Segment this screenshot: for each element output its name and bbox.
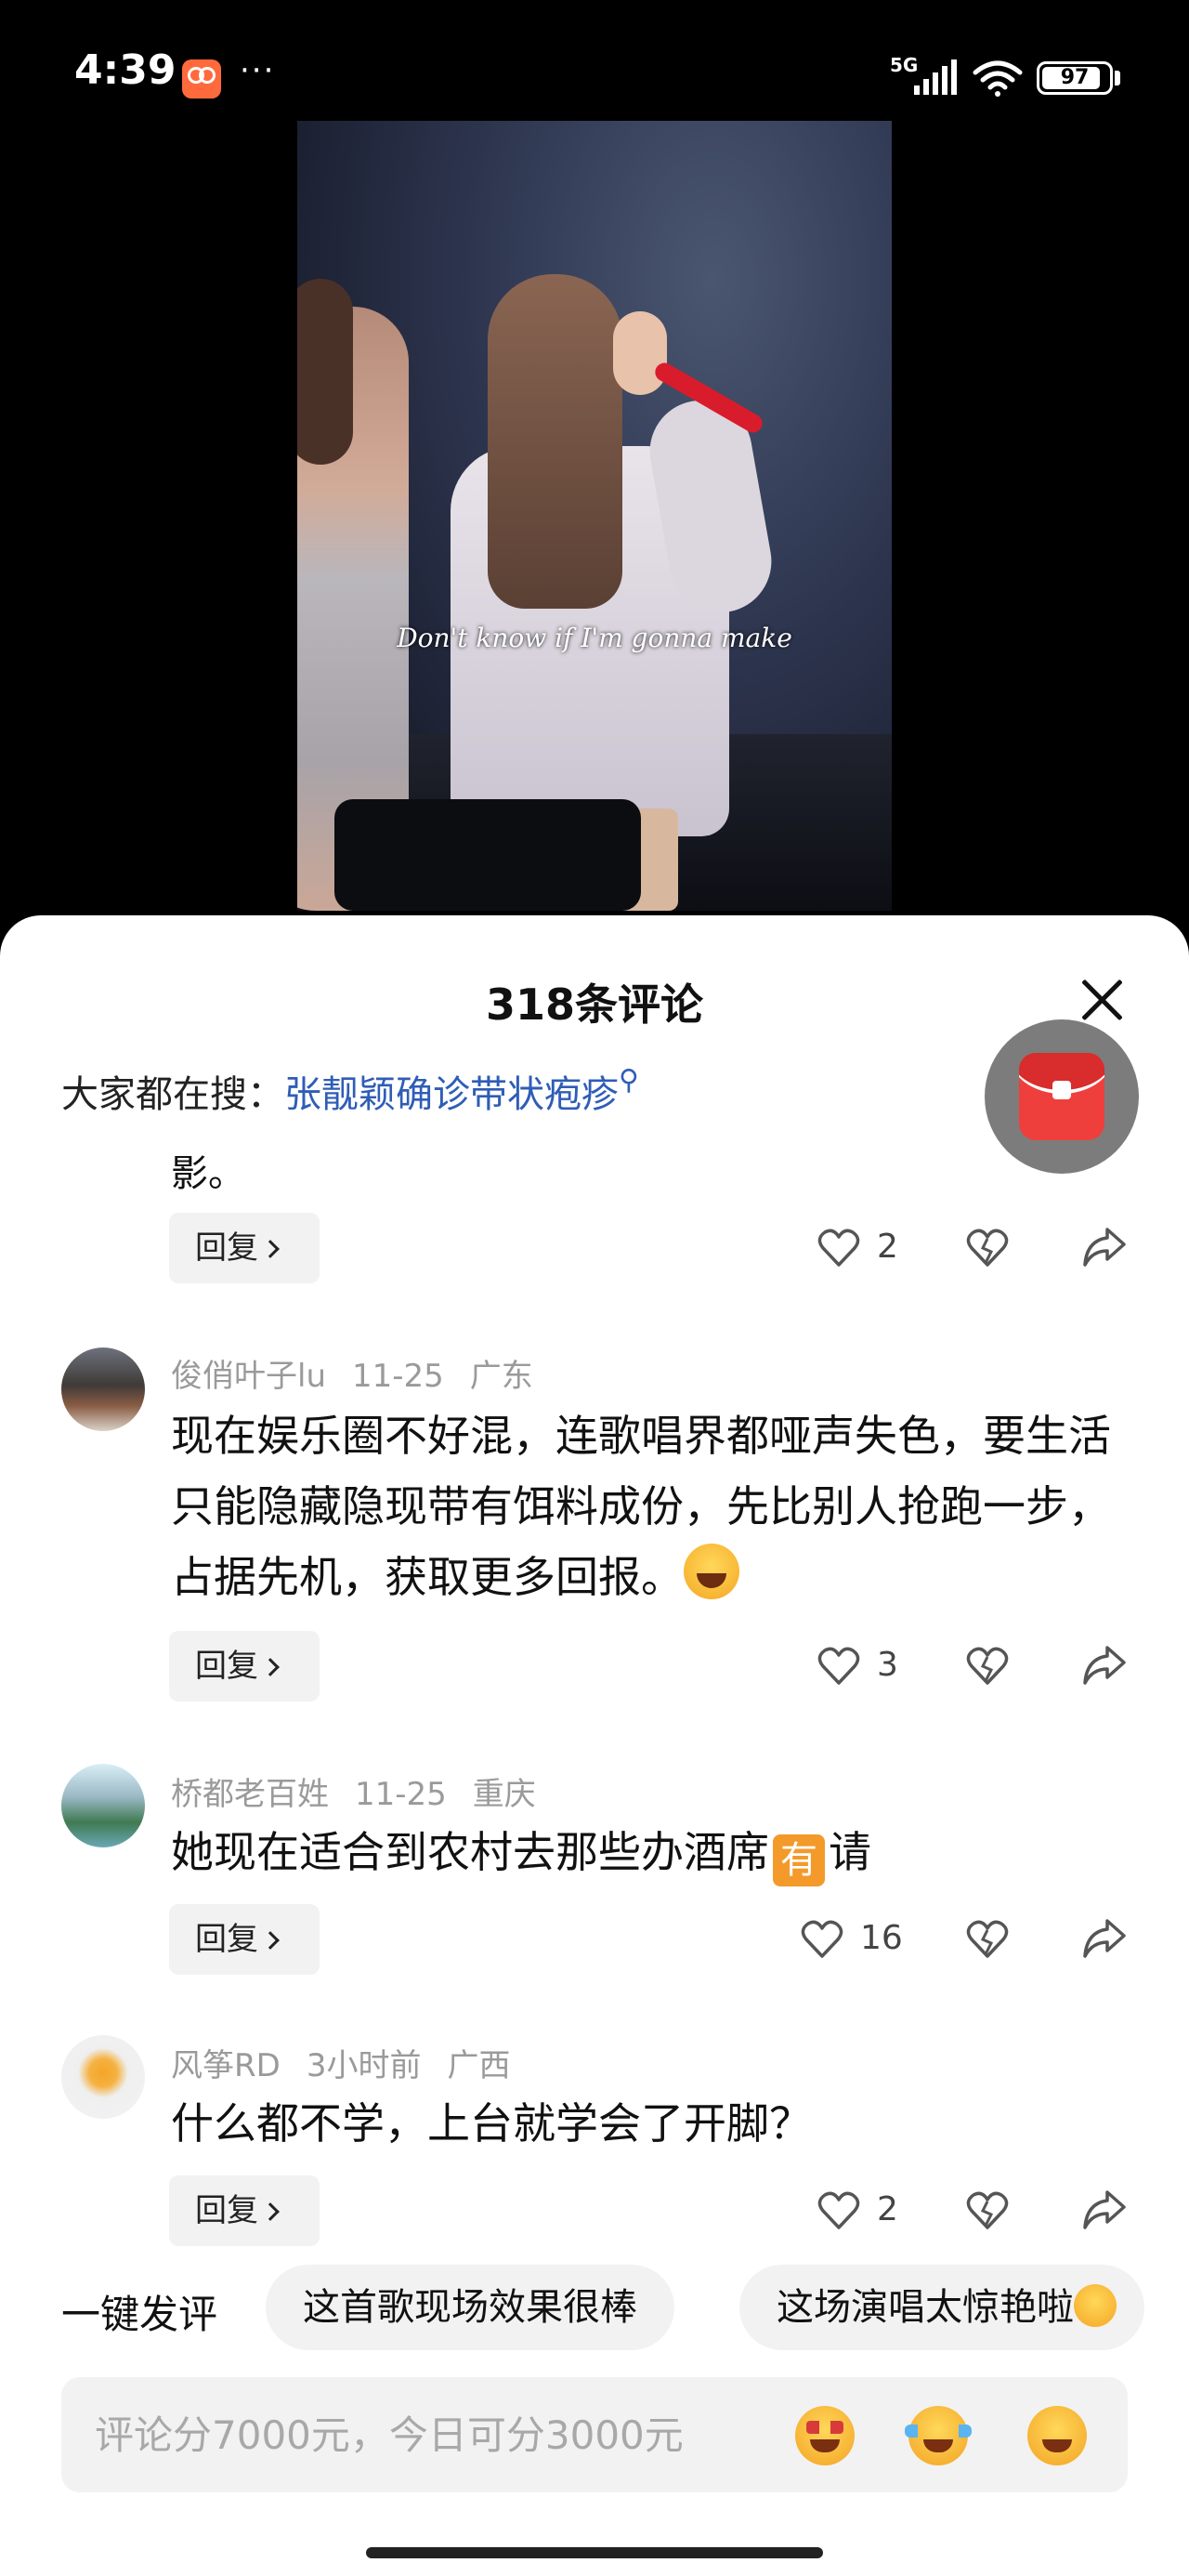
stage-chair: [334, 799, 641, 911]
close-icon[interactable]: [1078, 975, 1128, 1025]
hot-search-label: 大家都在搜：: [61, 1073, 284, 1116]
chevron-right-icon: [261, 1658, 280, 1676]
comment-body: 现在娱乐圈不好混，连歌唱界都哑声失色，要生活只能隐藏隐现带有饵料成份，先比别人抢…: [171, 1411, 1111, 1602]
video-subtitle: Don't know if I'm gonna make: [397, 623, 792, 653]
red-packet-button[interactable]: [985, 1019, 1139, 1174]
hot-search-bar: 大家都在搜：张靓颖确诊带状疱疹⚲: [61, 1064, 639, 1118]
comment-region: 广东: [469, 1358, 533, 1395]
status-bar: 4:39 ··· 5G 97: [0, 0, 1189, 121]
heart-icon[interactable]: [817, 1646, 860, 1687]
wifi-icon: [973, 60, 1023, 97]
dancer-hair: [297, 279, 353, 465]
heart-icon[interactable]: [817, 1228, 860, 1268]
comment-body: 她现在适合到农村去那些办酒席: [171, 1827, 769, 1877]
broken-heart-icon[interactable]: [966, 2190, 1009, 2231]
reply-label: 回复: [195, 1229, 258, 1267]
chevron-right-icon: [261, 1931, 280, 1950]
reply-button[interactable]: 回复: [169, 1213, 320, 1283]
app-notification-icon: [182, 59, 221, 99]
broken-heart-icon[interactable]: [966, 1919, 1009, 1960]
reply-button[interactable]: 回复: [169, 1631, 320, 1702]
share-icon[interactable]: [1081, 2188, 1128, 2231]
share-icon[interactable]: [1081, 1917, 1128, 1960]
singer-face: [613, 311, 667, 395]
red-packet-icon: [1019, 1053, 1104, 1140]
quick-reply-label: 一键发评: [61, 2292, 218, 2337]
reply-label: 回复: [195, 1921, 258, 1958]
comment-sheet: 318条评论 大家都在搜：张靓颖确诊带状疱疹⚲ 影。 回复 2 俊俏叶子lu 11…: [0, 915, 1189, 2576]
like-count: 3: [877, 1646, 898, 1684]
chevron-right-icon: [261, 1240, 280, 1258]
like-count: 16: [860, 1919, 903, 1957]
you-tag: 有: [773, 1834, 825, 1886]
comment-body-end: 请: [829, 1827, 871, 1877]
reply-button[interactable]: 回复: [169, 1904, 320, 1975]
broken-heart-icon[interactable]: [966, 1646, 1009, 1687]
status-time: 4:39: [74, 46, 176, 94]
broken-heart-icon[interactable]: [966, 1228, 1009, 1268]
wink-emoji-icon: [1074, 2284, 1117, 2327]
heart-icon[interactable]: [817, 2190, 860, 2231]
search-icon[interactable]: ⚲: [619, 1064, 639, 1097]
heart-icon[interactable]: [801, 1919, 843, 1960]
comment-region: 重庆: [472, 1776, 536, 1813]
share-icon[interactable]: [1081, 1644, 1128, 1687]
avatar[interactable]: [61, 1347, 145, 1431]
home-indicator[interactable]: [366, 2547, 823, 2558]
comment-date: 11-25: [355, 1776, 447, 1813]
comment-count-title: 318条评论: [485, 979, 704, 1030]
like-count: 2: [877, 2190, 898, 2228]
more-notifications-icon: ···: [240, 52, 276, 89]
comment-meta: 桥都老百姓 11-25 重庆: [171, 1768, 562, 1814]
like-count: 2: [877, 1228, 898, 1266]
reply-label: 回复: [195, 1648, 258, 1685]
comment-input-bar[interactable]: [61, 2377, 1128, 2492]
comment-author[interactable]: 俊俏叶子lu: [171, 1358, 326, 1395]
comment-text: 她现在适合到农村去那些办酒席有请: [171, 1817, 1118, 1887]
chevron-right-icon: [261, 2202, 280, 2221]
battery-percent: 97: [1060, 66, 1090, 89]
reply-label: 回复: [195, 2192, 258, 2229]
comment-input[interactable]: [95, 2377, 764, 2492]
grinning-emoji-icon[interactable]: [1027, 2406, 1087, 2465]
comment-date: 11-25: [352, 1358, 444, 1395]
video-player[interactable]: Don't know if I'm gonna make: [297, 121, 892, 911]
chip-text: 这场演唱太惊艳啦: [777, 2286, 1074, 2329]
quick-reply-chip[interactable]: 这场演唱太惊艳啦: [739, 2265, 1144, 2350]
battery-icon: 97: [1037, 61, 1113, 95]
comment-author[interactable]: 风筝RD: [171, 2047, 281, 2084]
avatar[interactable]: [61, 2035, 145, 2119]
comment-text: 现在娱乐圈不好混，连歌唱界都哑声失色，要生活只能隐藏隐现带有饵料成份，先比别人抢…: [171, 1400, 1118, 1612]
laughing-emoji-icon: [684, 1544, 739, 1599]
star-eyes-emoji-icon[interactable]: [795, 2406, 855, 2465]
signal-icon: [914, 59, 957, 95]
comment-text-tail: 影。: [171, 1152, 245, 1195]
crying-laughing-emoji-icon[interactable]: [905, 2406, 972, 2465]
comment-text: 什么都不学，上台就学会了开脚？: [171, 2098, 812, 2149]
hot-search-link[interactable]: 张靓颖确诊带状疱疹: [284, 1073, 619, 1116]
avatar[interactable]: [61, 1764, 145, 1847]
comment-author[interactable]: 桥都老百姓: [171, 1776, 329, 1813]
comment-region: 广西: [447, 2047, 511, 2084]
comment-date: 3小时前: [306, 2047, 422, 2084]
quick-reply-row: 一键发评 这首歌现场效果很棒 这场演唱太惊艳啦: [0, 2265, 1189, 2350]
reply-button[interactable]: 回复: [169, 2175, 320, 2246]
comment-meta: 风筝RD 3小时前 广西: [171, 2040, 536, 2085]
singer-hair: [488, 274, 622, 609]
share-icon[interactable]: [1081, 1226, 1128, 1268]
chip-text: 这首歌现场效果很棒: [303, 2286, 637, 2329]
quick-reply-chip[interactable]: 这首歌现场效果很棒: [266, 2265, 674, 2350]
comment-meta: 俊俏叶子lu 11-25 广东: [171, 1350, 559, 1396]
battery-tip: [1115, 71, 1120, 85]
